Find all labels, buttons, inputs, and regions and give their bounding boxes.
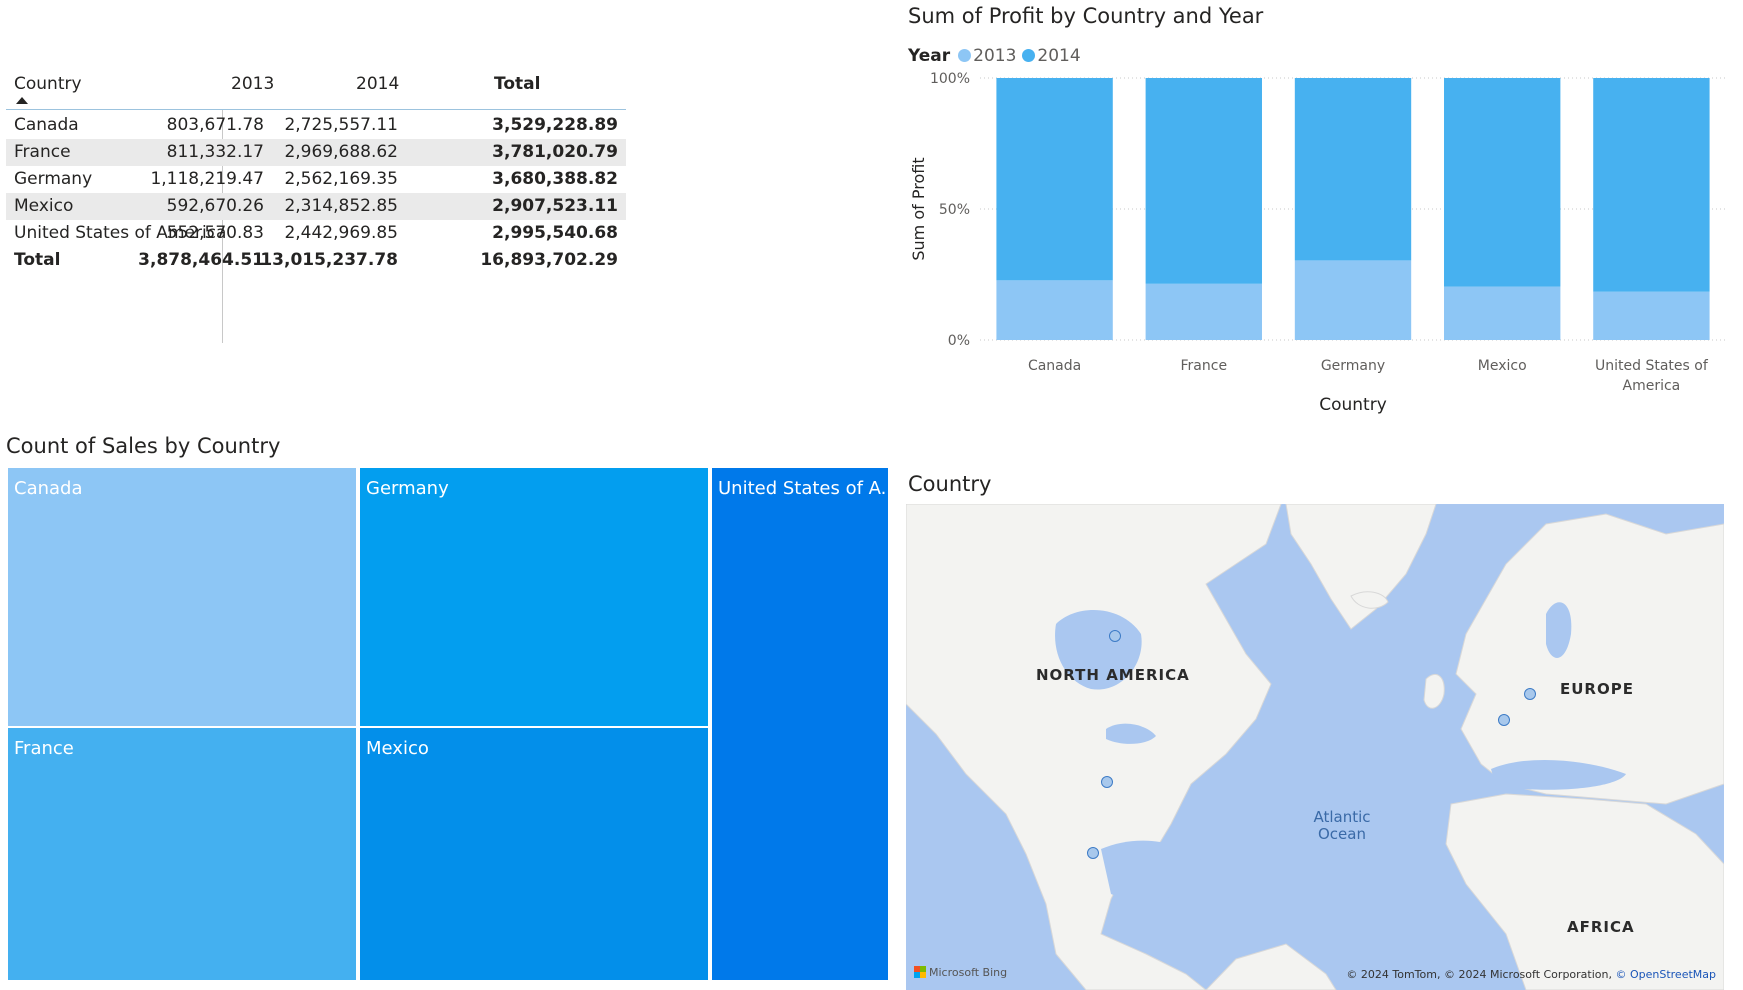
label-europe: EUROPE	[1560, 680, 1634, 698]
header-divider	[6, 109, 626, 110]
bing-logo: Microsoft Bing	[914, 966, 1007, 979]
x-tick-label: Mexico	[1478, 358, 1527, 374]
label-atlantic-ocean: Atlantic Ocean	[1302, 809, 1382, 843]
matrix-header-country[interactable]: Country	[14, 72, 82, 99]
sort-ascending-icon[interactable]	[16, 97, 28, 104]
bar-2014-united-states-of-america[interactable]	[1593, 78, 1710, 292]
row-country: Germany	[14, 169, 93, 189]
bar-2014-mexico[interactable]	[1444, 78, 1561, 287]
treemap-tile-germany[interactable]: Germany	[358, 466, 710, 728]
country-map[interactable]: NORTH AMERICA EUROPE AFRICA Atlantic Oce…	[906, 504, 1724, 990]
row-total: 2,995,540.68	[492, 223, 618, 243]
treemap-tile-canada[interactable]: Canada	[6, 466, 358, 728]
row-2013: 803,671.78	[166, 115, 264, 135]
map-pin-germany[interactable]	[1524, 688, 1536, 700]
row-2013: 1,118,219.47	[150, 169, 264, 189]
bar-chart-legend: Year 2013 2014	[908, 46, 1087, 70]
legend-item-2013[interactable]: 2013	[973, 46, 1016, 66]
row-country: France	[14, 142, 71, 162]
map-pin-canada[interactable]	[1109, 630, 1121, 642]
row-2014: 2,442,969.85	[284, 223, 398, 243]
bar-2013-france[interactable]	[1145, 283, 1262, 340]
bar-chart-title: Sum of Profit by Country and Year	[908, 4, 1264, 28]
tile-label: France	[14, 738, 74, 759]
x-tick-label: America	[1623, 378, 1681, 394]
y-tick-label: 50%	[939, 202, 970, 218]
bar-2013-united-states-of-america[interactable]	[1593, 291, 1710, 340]
legend-dot-2013	[958, 49, 972, 62]
matrix-header-row: Country 2013 2014 Total	[6, 72, 626, 99]
bar-2014-canada[interactable]	[996, 78, 1113, 281]
table-row: Mexico 592,670.26 2,314,852.85 2,907,523…	[6, 193, 626, 220]
table-row: United States of America 552,570.83 2,44…	[6, 220, 626, 247]
total-2013: 3,878,464.51	[138, 250, 264, 270]
table-row: Canada 803,671.78 2,725,557.11 3,529,228…	[6, 112, 626, 139]
label-north-america: NORTH AMERICA	[1036, 666, 1190, 684]
y-tick-label: 0%	[948, 333, 970, 349]
row-total: 3,680,388.82	[492, 169, 618, 189]
x-tick-label: United States of	[1595, 358, 1709, 374]
microsoft-logo-icon	[914, 966, 926, 978]
total-grand: 16,893,702.29	[480, 250, 618, 270]
treemap-tile-mexico[interactable]: Mexico	[358, 726, 710, 982]
matrix-header-2014[interactable]: 2014	[356, 72, 399, 99]
map-pin-mexico[interactable]	[1087, 847, 1099, 859]
legend-item-2014[interactable]: 2014	[1037, 46, 1080, 66]
legend-title: Year	[908, 46, 951, 66]
tile-label: Germany	[366, 478, 449, 499]
matrix-header-2013[interactable]: 2013	[231, 72, 274, 99]
openstreetmap-link[interactable]: © OpenStreetMap	[1615, 968, 1716, 981]
row-2013: 592,670.26	[166, 196, 264, 216]
row-country: Mexico	[14, 196, 74, 216]
row-2014: 2,725,557.11	[284, 115, 398, 135]
label-africa: AFRICA	[1567, 918, 1635, 936]
ocean-label-line2: Ocean	[1318, 825, 1366, 843]
row-total: 3,781,020.79	[492, 142, 618, 162]
y-axis-label: Sum of Profit	[909, 157, 928, 260]
ocean-label-line1: Atlantic	[1313, 808, 1371, 826]
tile-label: Canada	[14, 478, 83, 499]
bar-2013-germany[interactable]	[1294, 260, 1412, 340]
table-row: Germany 1,118,219.47 2,562,169.35 3,680,…	[6, 166, 626, 193]
treemap-tile-france[interactable]: France	[6, 726, 358, 982]
profit-bar-chart: 0% 50% 100% Sum of Profit Canada France German…	[909, 71, 1726, 415]
row-2013: 552,570.83	[166, 223, 264, 243]
x-tick-label: Canada	[1028, 358, 1081, 374]
row-total: 3,529,228.89	[492, 115, 618, 135]
map-title: Country	[908, 472, 992, 496]
profit-matrix-table: Country 2013 2014 Total Canada 803,671.7…	[6, 62, 626, 343]
tile-label: United States of A...	[718, 478, 890, 499]
row-total: 2,907,523.11	[492, 196, 618, 216]
table-row: France 811,332.17 2,969,688.62 3,781,020…	[6, 139, 626, 166]
row-2014: 2,314,852.85	[284, 196, 398, 216]
row-2014: 2,562,169.35	[284, 169, 398, 189]
legend-dot-2014	[1022, 49, 1036, 62]
bar-2014-france[interactable]	[1145, 78, 1262, 284]
row-2013: 811,332.17	[166, 142, 264, 162]
total-label: Total	[14, 250, 61, 270]
bar-2014-germany[interactable]	[1294, 78, 1412, 261]
table-total-row: Total 3,878,464.51 13,015,237.78 16,893,…	[6, 247, 626, 274]
x-axis-label: Country	[1319, 395, 1387, 415]
map-pin-usa[interactable]	[1101, 776, 1113, 788]
bar-2013-mexico[interactable]	[1444, 286, 1561, 340]
y-tick-label: 100%	[930, 71, 970, 87]
map-pin-france[interactable]	[1498, 714, 1510, 726]
treemap-title: Count of Sales by Country	[6, 434, 281, 458]
tile-label: Mexico	[366, 738, 429, 759]
bar-2013-canada[interactable]	[996, 280, 1113, 340]
x-tick-label: France	[1181, 358, 1228, 374]
treemap-tile-usa[interactable]: United States of A...	[710, 466, 890, 982]
x-tick-label: Germany	[1321, 358, 1385, 374]
row-2014: 2,969,688.62	[284, 142, 398, 162]
total-2014: 13,015,237.78	[260, 250, 398, 270]
attribution-text: © 2024 TomTom, © 2024 Microsoft Corporat…	[1346, 968, 1612, 981]
map-attribution: © 2024 TomTom, © 2024 Microsoft Corporat…	[1346, 968, 1716, 981]
bing-text: Microsoft Bing	[929, 966, 1008, 979]
matrix-header-total[interactable]: Total	[494, 72, 540, 99]
row-country: Canada	[14, 115, 79, 135]
